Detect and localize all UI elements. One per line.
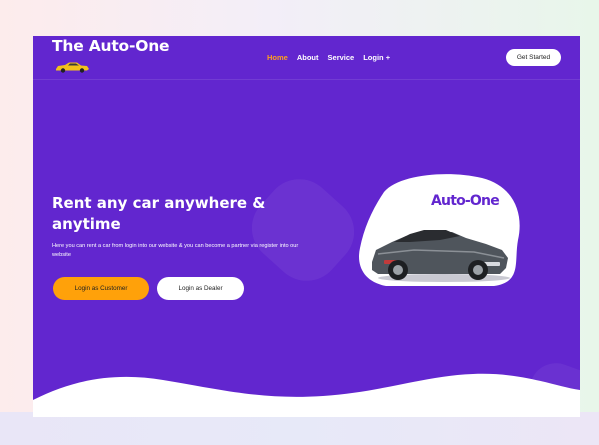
hero-car-image <box>359 174 520 286</box>
nav-service[interactable]: Service <box>328 53 355 62</box>
nav-login[interactable]: Login + <box>363 53 390 62</box>
hero-title: Rent any car anywhere & anytime <box>52 194 266 233</box>
bottom-wave <box>33 373 580 417</box>
navbar: The Auto-One Home About Service Login + … <box>33 36 580 80</box>
get-started-button[interactable]: Get Started <box>506 49 561 66</box>
landing-page: The Auto-One Home About Service Login + … <box>33 36 580 417</box>
nav-about[interactable]: About <box>297 53 319 62</box>
yellow-car-icon <box>56 62 89 73</box>
nav-links: Home About Service Login + <box>267 53 390 62</box>
hero-subtitle: Here you can rent a car from login into … <box>52 243 299 258</box>
nav-home[interactable]: Home <box>267 53 288 62</box>
brand-name[interactable]: The Auto-One <box>52 37 170 55</box>
hero-image-label: Auto-One <box>431 193 500 209</box>
login-dealer-button[interactable]: Login as Dealer <box>157 277 244 300</box>
login-customer-button[interactable]: Login as Customer <box>53 277 149 300</box>
